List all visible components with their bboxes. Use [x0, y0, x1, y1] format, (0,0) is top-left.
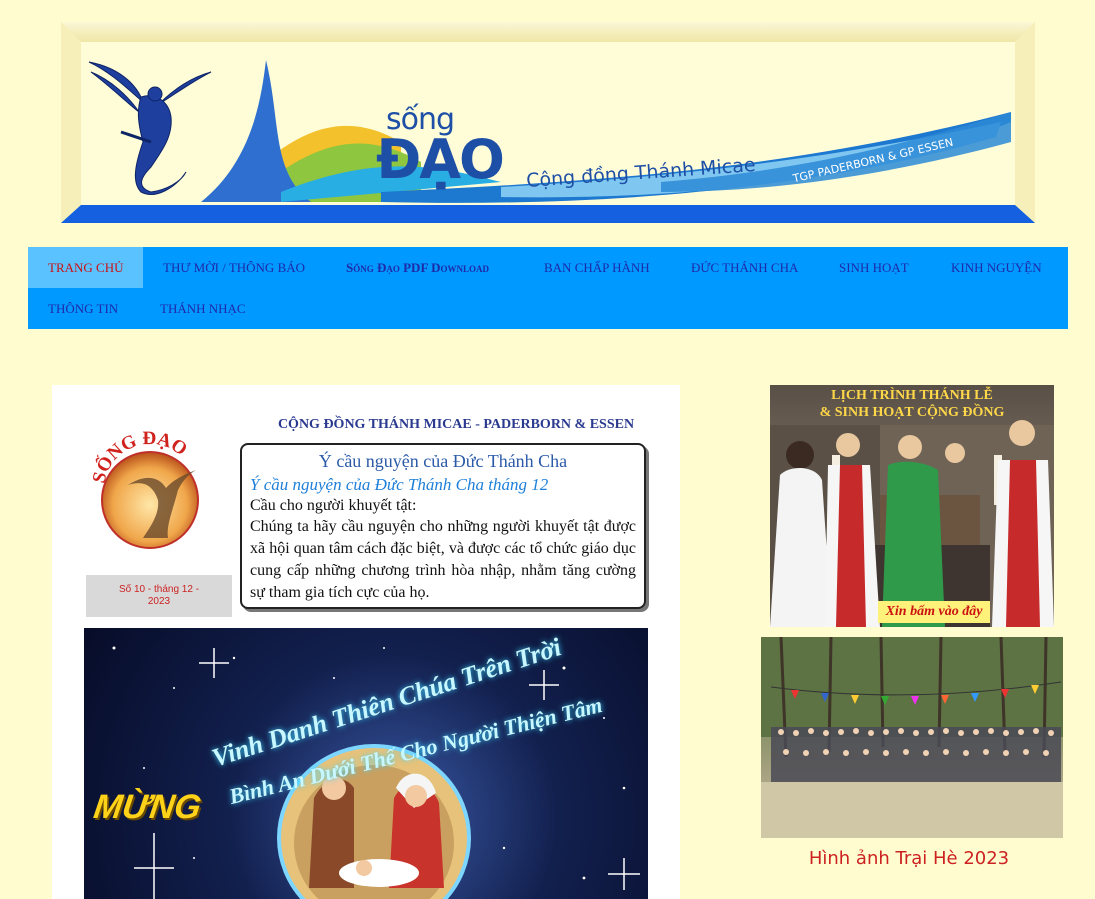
nav-item-kinh-nguyen[interactable]: KINH NGUYỆN	[931, 247, 1062, 288]
schedule-title-line-2: & SINH HOẠT CỘNG ĐỒNG	[819, 405, 1005, 420]
nav-item-thong-tin[interactable]: THÔNG TIN	[28, 288, 138, 329]
altar-photo	[770, 420, 1054, 627]
prayer-subtitle: Ý cầu nguyện của Đức Thánh Cha tháng 12	[250, 475, 549, 494]
prayer-intention-box: Ý cầu nguyện của Đức Thánh Cha Ý cầu ngu…	[240, 443, 646, 609]
nav-item-sinh-hoat[interactable]: SINH HOẠT	[819, 247, 929, 288]
schedule-title: LỊCH TRÌNH THÁNH LỄ & SINH HOẠT CỘNG ĐỒN…	[770, 387, 1054, 421]
newsletter-header: CỘNG ĐỒNG THÁNH MICAE - PADERBORN & ESSE…	[277, 417, 635, 432]
summer-camp-photo[interactable]	[761, 637, 1063, 838]
newsletter-image[interactable]: CỘNG ĐỒNG THÁNH MICAE - PADERBORN & ESSE…	[52, 385, 680, 899]
prayer-title: Ý cầu nguyện của Đức Thánh Cha	[318, 451, 568, 471]
issue-number: Số 10 - tháng 12 - 2023	[118, 584, 200, 607]
seal-logo-icon: SỐNG ĐẠO	[89, 430, 199, 549]
angel-icon	[88, 61, 212, 195]
banner-inner: sống ĐẠO Cộng đồng Thánh Micae TGP PADER…	[81, 42, 1015, 205]
banner-frame	[61, 22, 1035, 42]
christmas-greeting-image: Vinh Danh Thiên Chúa Trên Trời Bình An D…	[84, 628, 648, 899]
logo-dao: ĐẠO	[376, 128, 505, 191]
schedule-title-line-1: LỊCH TRÌNH THÁNH LỄ	[831, 388, 993, 403]
issue-badge: Số 10 - tháng 12 - 2023	[86, 575, 232, 617]
group-photo	[761, 637, 1063, 838]
prayer-body: Chúng ta hãy cầu nguyện cho những người …	[250, 518, 636, 601]
nav-item-thu-moi[interactable]: THƯ MỜI / THÔNG BÁO	[143, 247, 325, 288]
main-nav: TRANG CHỦ THƯ MỜI / THÔNG BÁO Sống Đạo P…	[28, 247, 1068, 329]
site-banner[interactable]: sống ĐẠO Cộng đồng Thánh Micae TGP PADER…	[61, 22, 1035, 223]
nav-item-duc-thanh-cha[interactable]: ĐỨC THÁNH CHA	[671, 247, 818, 288]
summer-camp-caption-link[interactable]: Hình ảnh Trại Hè 2023	[761, 848, 1057, 869]
mass-schedule-banner[interactable]: LỊCH TRÌNH THÁNH LỄ & SINH HOẠT CỘNG ĐỒN…	[770, 385, 1054, 627]
prayer-intro: Cầu cho người khuyết tật:	[250, 497, 417, 514]
nav-item-ban-chap-hanh[interactable]: BAN CHẤP HÀNH	[524, 247, 670, 288]
schedule-click-button[interactable]: Xin bấm vào đây	[878, 601, 990, 623]
nav-item-pdf-download[interactable]: Sống Đạo PDF Download	[326, 247, 509, 288]
nav-item-trang-chu[interactable]: TRANG CHỦ	[28, 247, 143, 288]
banner-blue-bar	[61, 205, 1035, 223]
xmas-greeting: MỪNG	[91, 788, 204, 826]
nav-item-thanh-nhac[interactable]: THÁNH NHẠC	[140, 288, 266, 329]
